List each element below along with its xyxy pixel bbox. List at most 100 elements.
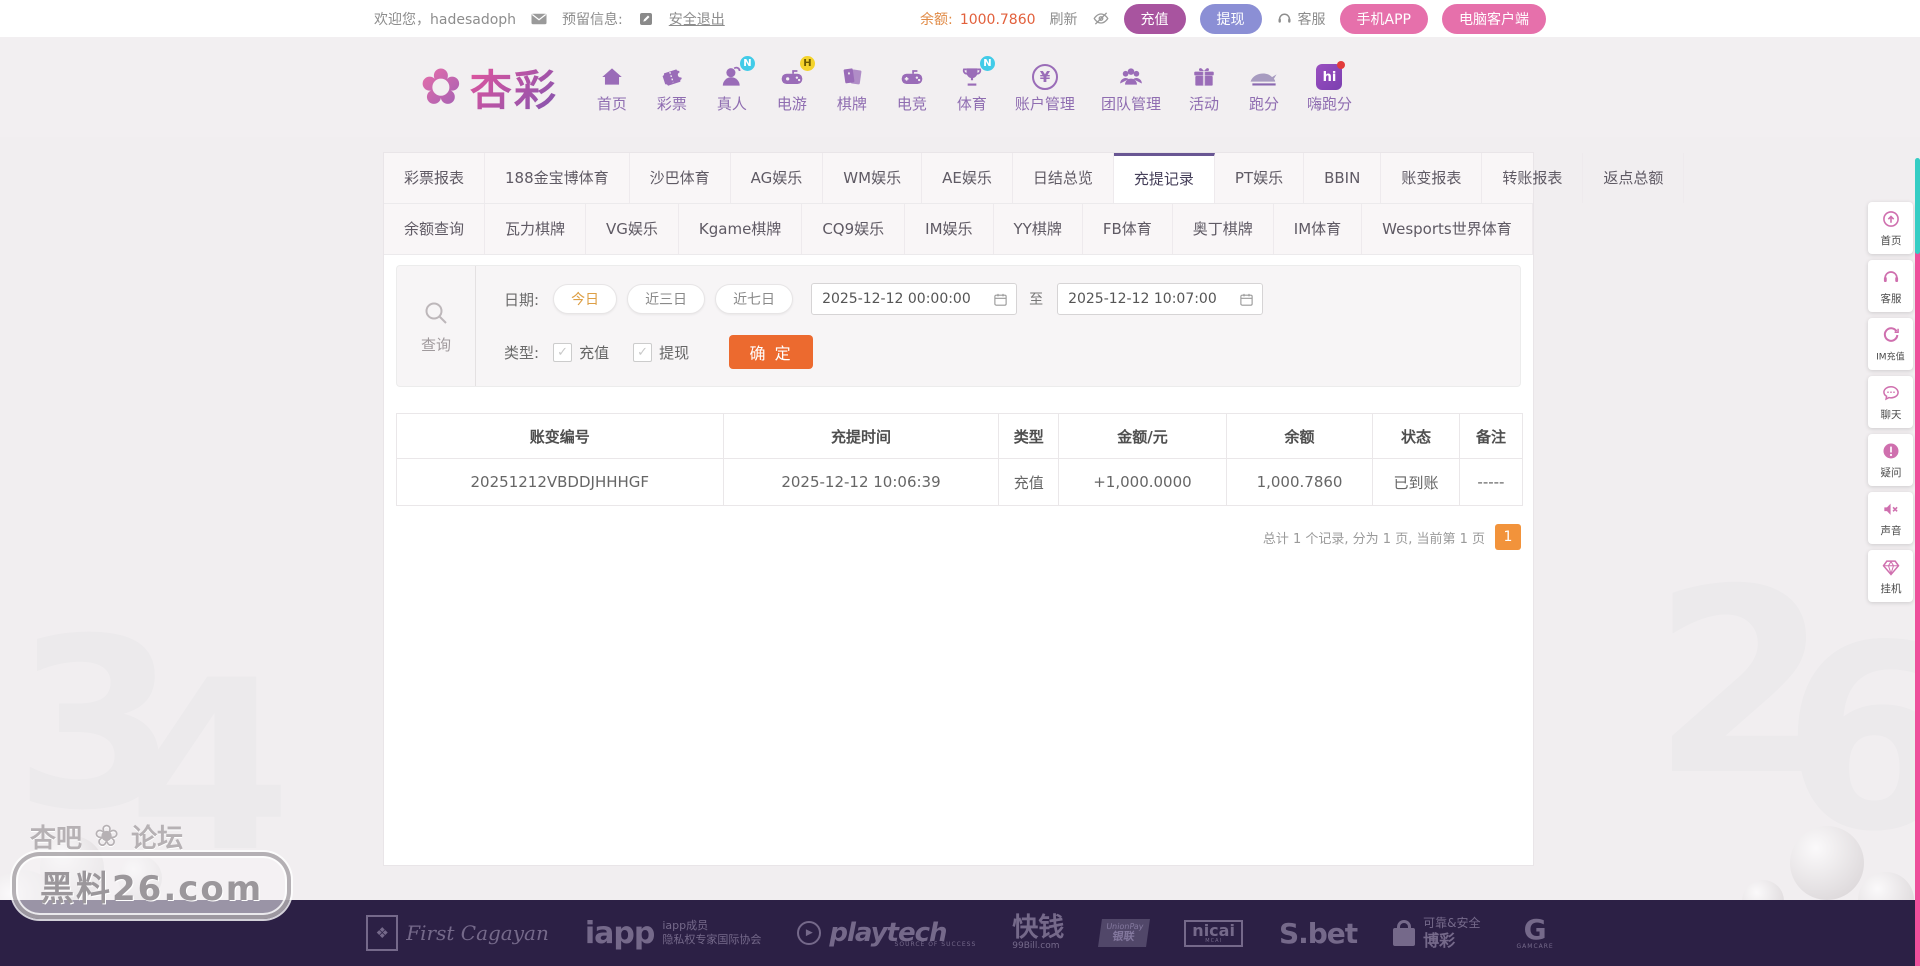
tab-im-sports[interactable]: IM体育 (1274, 204, 1363, 254)
nav-item-egames[interactable]: H 电游 (762, 56, 822, 114)
calendar-icon[interactable] (1239, 292, 1254, 307)
date-label: 日期: (504, 290, 540, 309)
nav-item-board-games[interactable]: 棋牌 (822, 60, 882, 114)
tab-im-casino[interactable]: IM娱乐 (905, 204, 994, 254)
tab-account-change-report[interactable]: 账变报表 (1381, 153, 1483, 203)
cell-balance: 1,000.7860 (1225, 458, 1374, 506)
nav-label: 真人 (716, 95, 747, 113)
customer-service-link[interactable]: 客服 (1276, 9, 1326, 29)
records-table: 账变编号 充提时间 类型 金额/元 余额 状态 备注 20251212VBDDJ… (396, 413, 1524, 506)
pagination-summary: 总计 1 个记录, 分为 1 页, 当前第 1 页 (1262, 531, 1485, 547)
back-top-icon (1882, 210, 1899, 227)
scrollbar-thumb[interactable] (1915, 158, 1920, 254)
forum-watermark-left: 杏吧 (30, 824, 83, 854)
seal-icon: ❖ (366, 915, 399, 951)
checkbox-withdraw[interactable]: ✓ 提现 (633, 342, 689, 363)
nav-label: 活动 (1188, 95, 1219, 113)
team-icon (1120, 68, 1142, 85)
preset-today[interactable]: 今日 (553, 284, 618, 314)
pc-client-button[interactable]: 电脑客户端 (1442, 3, 1546, 34)
tab-cq9-casino[interactable]: CQ9娱乐 (802, 204, 906, 254)
cards-icon (843, 68, 862, 85)
floating-sidebar: 首页 客服 IM充值 聊天 疑问 声音 挂机 (1868, 202, 1913, 602)
calendar-icon[interactable] (993, 292, 1008, 307)
tab-transfer-report[interactable]: 转账报表 (1482, 153, 1584, 203)
type-filter-row: 类型: ✓ 充值 ✓ 提现 确 定 (504, 335, 1520, 369)
withdraw-button[interactable]: 提现 (1199, 3, 1262, 34)
date-from-input[interactable] (820, 290, 988, 308)
sidebar-item-home[interactable]: 首页 (1868, 202, 1913, 254)
logout-link[interactable]: 安全退出 (669, 9, 725, 29)
nav-item-sports[interactable]: N 体育 (942, 56, 1002, 114)
playtech-logo: ▶ playtech SOURCE OF SUCCESS (797, 918, 976, 948)
nav-label: 团队管理 (1100, 95, 1161, 113)
sidebar-label: IM充值 (1876, 350, 1905, 362)
nav-label: 电竞 (896, 95, 927, 113)
confirm-button[interactable]: 确 定 (729, 335, 814, 369)
tab-odin-games[interactable]: 奥丁棋牌 (1173, 204, 1274, 254)
tab-ae-casino[interactable]: AE娱乐 (922, 153, 1013, 203)
mail-icon[interactable] (530, 10, 548, 28)
edit-icon[interactable] (637, 10, 655, 28)
hi-app-icon: hi (1316, 61, 1346, 90)
headset-icon (1278, 13, 1291, 23)
tab-yy-games[interactable]: YY棋牌 (994, 204, 1083, 254)
tab-pt-casino[interactable]: PT娱乐 (1215, 153, 1305, 203)
sidebar-item-question[interactable]: 疑问 (1868, 434, 1913, 486)
nav-item-paofen[interactable]: 跑分 (1234, 60, 1294, 114)
badge-n: N (979, 56, 995, 71)
nav-item-lottery[interactable]: 彩票 (642, 60, 702, 114)
ghost-digit-6: 6 (1782, 591, 1920, 888)
tab-saba-sports[interactable]: 沙巴体育 (630, 153, 731, 203)
tab-wali-games[interactable]: 瓦力棋牌 (485, 204, 587, 254)
tab-balance-query[interactable]: 余额查询 (384, 204, 486, 254)
page-number-button[interactable]: 1 (1495, 524, 1521, 550)
tab-wm-casino[interactable]: WM娱乐 (823, 153, 923, 203)
balance-value: 1000.7860 (959, 11, 1036, 28)
tab-ag-casino[interactable]: AG娱乐 (731, 153, 824, 203)
pagination: 总计 1 个记录, 分为 1 页, 当前第 1 页 1 (396, 524, 1521, 550)
filter-panel: 查询 日期: 今日 近三日 近七日 至 类型: (396, 265, 1521, 387)
tab-188-sports[interactable]: 188金宝博体育 (485, 153, 630, 203)
nav-item-home[interactable]: 首页 (582, 60, 642, 114)
checkbox-deposit[interactable]: ✓ 充值 (553, 342, 609, 363)
recharge-button[interactable]: 充值 (1123, 3, 1186, 34)
esports-icon (901, 70, 923, 85)
tab-bbin[interactable]: BBIN (1304, 153, 1382, 203)
main-nav: 首页 彩票 N 真人 H 电游 棋牌 电竞 N 体育 ¥ 账户管理 团队管理 活… (582, 56, 1365, 114)
nav-item-hi-paofen[interactable]: hi 嗨跑分 (1294, 60, 1365, 114)
gamcare-logo: G GAMCARE (1516, 913, 1554, 950)
nav-item-account[interactable]: ¥ 账户管理 (1002, 60, 1088, 114)
scrollbar-track[interactable] (1915, 160, 1920, 966)
site-logo[interactable]: ✿ 杏彩 (420, 57, 558, 118)
tab-deposit-withdraw-records[interactable]: 充提记录 (1113, 153, 1215, 203)
preset-last-7-days[interactable]: 近七日 (715, 284, 794, 314)
tab-daily-summary[interactable]: 日结总览 (1013, 153, 1114, 203)
nav-label: 账户管理 (1014, 95, 1075, 113)
sidebar-item-chat[interactable]: 聊天 (1868, 376, 1913, 428)
tab-vg-casino[interactable]: VG娱乐 (586, 204, 679, 254)
date-to-input[interactable] (1066, 290, 1234, 308)
refresh-button[interactable]: 刷新 (1050, 9, 1078, 29)
sidebar-item-customer-service[interactable]: 客服 (1868, 260, 1913, 312)
sidebar-item-idle[interactable]: 挂机 (1868, 550, 1913, 602)
query-section[interactable]: 查询 (397, 266, 476, 386)
tab-rebate-total[interactable]: 返点总额 (1583, 153, 1685, 203)
sidebar-item-im-recharge[interactable]: IM充值 (1868, 318, 1913, 370)
col-header-type: 类型 (998, 413, 1060, 459)
tabs-row-1: 彩票报表 188金宝博体育 沙巴体育 AG娱乐 WM娱乐 AE娱乐 日结总览 充… (384, 153, 1685, 204)
nav-item-esports[interactable]: 电竞 (882, 60, 942, 114)
tab-fb-sports[interactable]: FB体育 (1083, 204, 1173, 254)
logo-flower-icon: ✿ (420, 58, 462, 116)
tab-lottery-report[interactable]: 彩票报表 (384, 153, 486, 203)
mobile-app-button[interactable]: 手机APP (1339, 3, 1428, 34)
nav-item-promotions[interactable]: 活动 (1174, 60, 1234, 114)
tab-kgame-games[interactable]: Kgame棋牌 (679, 204, 803, 254)
sidebar-item-sound[interactable]: 声音 (1868, 492, 1913, 544)
customer-service-label: 客服 (1297, 11, 1326, 28)
nav-item-team[interactable]: 团队管理 (1088, 60, 1174, 114)
preset-last-3-days[interactable]: 近三日 (627, 284, 706, 314)
nav-item-live-casino[interactable]: N 真人 (702, 56, 762, 114)
eye-off-icon[interactable] (1092, 10, 1110, 28)
tab-wesports[interactable]: Wesports世界体育 (1362, 204, 1533, 254)
